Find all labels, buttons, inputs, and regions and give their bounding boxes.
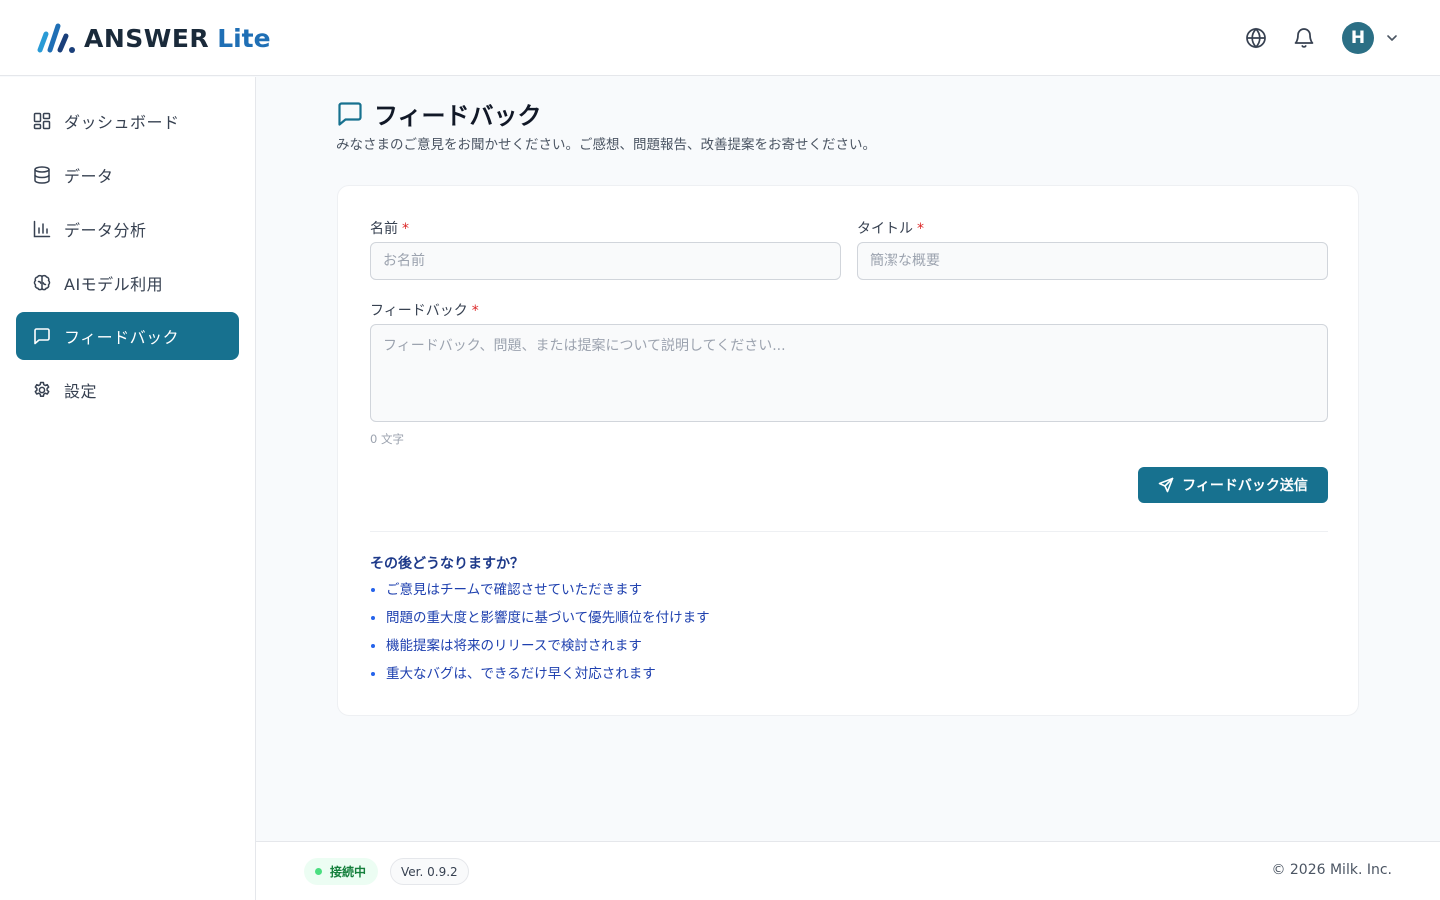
- char-count: 0 文字: [370, 432, 404, 446]
- status-dot-icon: [315, 868, 322, 875]
- page-title: フィードバック: [374, 102, 542, 130]
- globe-icon[interactable]: [1244, 26, 1268, 50]
- message-square-icon: [338, 101, 362, 126]
- next-steps-list: ご意見はチームで確認させていただきます 問題の重大度と影響度に基づいて優先順位を…: [370, 580, 710, 692]
- next-steps-title: その後どうなりますか？: [370, 556, 524, 572]
- logo-text: ANSWER: [84, 23, 210, 53]
- sidebar-item-settings[interactable]: 設定: [16, 366, 239, 414]
- send-icon: [1158, 477, 1174, 493]
- bell-icon[interactable]: [1292, 26, 1316, 50]
- chevron-down-icon[interactable]: [1384, 30, 1400, 46]
- app-footer: 接続中 Ver. 0.9.2 © 2026 Milk. Inc.: [256, 841, 1440, 900]
- feedback-textarea[interactable]: [370, 324, 1328, 422]
- app-header: ANSWER Lite H: [0, 0, 1440, 76]
- sidebar-item-dashboard[interactable]: ダッシュボード: [16, 97, 239, 145]
- required-mark: *: [402, 221, 409, 237]
- sidebar-item-label: 設定: [64, 382, 98, 401]
- connection-status-text: 接続中: [330, 865, 367, 879]
- sidebar-item-data[interactable]: データ: [16, 151, 239, 199]
- name-label: 名前 *: [370, 218, 409, 238]
- title-input[interactable]: [857, 242, 1328, 280]
- list-item: 重大なバグは、できるだけ早く対応されます: [370, 664, 710, 692]
- database-icon: [34, 166, 50, 184]
- page-title-row: フィードバック: [336, 96, 542, 131]
- version-badge: Ver. 0.9.2: [390, 858, 469, 885]
- required-mark: *: [471, 303, 479, 319]
- list-item: 機能提案は将来のリリースで検討されます: [370, 636, 710, 664]
- feedback-form-card: 名前* タイトル* フィードバック* 0 文字 フィードバック送信 その後どうな…: [337, 185, 1359, 716]
- required-mark: *: [917, 221, 924, 237]
- gear-icon: [34, 381, 50, 397]
- copyright-text: © 2026 Milk. Inc.: [1271, 862, 1392, 878]
- sidebar-item-label: フィードバック: [64, 328, 180, 347]
- brain-icon: [33, 274, 51, 291]
- name-input[interactable]: [370, 242, 841, 280]
- submit-button-label: フィードバック送信: [1182, 478, 1308, 494]
- logo-suffix: Lite: [217, 23, 271, 53]
- logo-mark-icon: [37, 23, 75, 53]
- sidebar-item-label: データ: [64, 167, 114, 186]
- sidebar-item-label: AIモデル利用: [64, 275, 164, 294]
- list-item: ご意見はチームで確認させていただきます: [370, 580, 710, 608]
- title-label: タイトル *: [857, 218, 924, 238]
- app-logo[interactable]: ANSWER Lite: [36, 20, 271, 56]
- sidebar-item-ai-model[interactable]: AIモデル利用: [16, 259, 239, 307]
- sidebar: ダッシュボード データ データ分析 AIモデル利用 フィードバック 設定: [0, 77, 256, 900]
- feedback-label: フィードバック *: [370, 300, 479, 320]
- feedback-label-text: フィードバック: [370, 303, 468, 319]
- sidebar-item-feedback[interactable]: フィードバック: [16, 312, 239, 360]
- submit-feedback-button[interactable]: フィードバック送信: [1138, 467, 1328, 503]
- list-item: 問題の重大度と影響度に基づいて優先順位を付けます: [370, 608, 710, 636]
- connection-status-badge: 接続中: [304, 858, 379, 885]
- sidebar-item-label: ダッシュボード: [64, 113, 180, 132]
- bar-chart-icon: [33, 220, 51, 238]
- dashboard-icon: [33, 112, 51, 130]
- sidebar-item-label: データ分析: [64, 221, 147, 240]
- message-square-icon: [34, 328, 50, 345]
- page-subtitle: みなさまのご意見をお聞かせください。ご感想、問題報告、改善提案をお寄せください。: [336, 137, 876, 153]
- user-avatar[interactable]: H: [1342, 22, 1374, 54]
- sidebar-item-data-analysis[interactable]: データ分析: [16, 205, 239, 253]
- name-label-text: 名前: [370, 221, 398, 237]
- title-label-text: タイトル: [857, 221, 913, 237]
- divider: [370, 531, 1328, 532]
